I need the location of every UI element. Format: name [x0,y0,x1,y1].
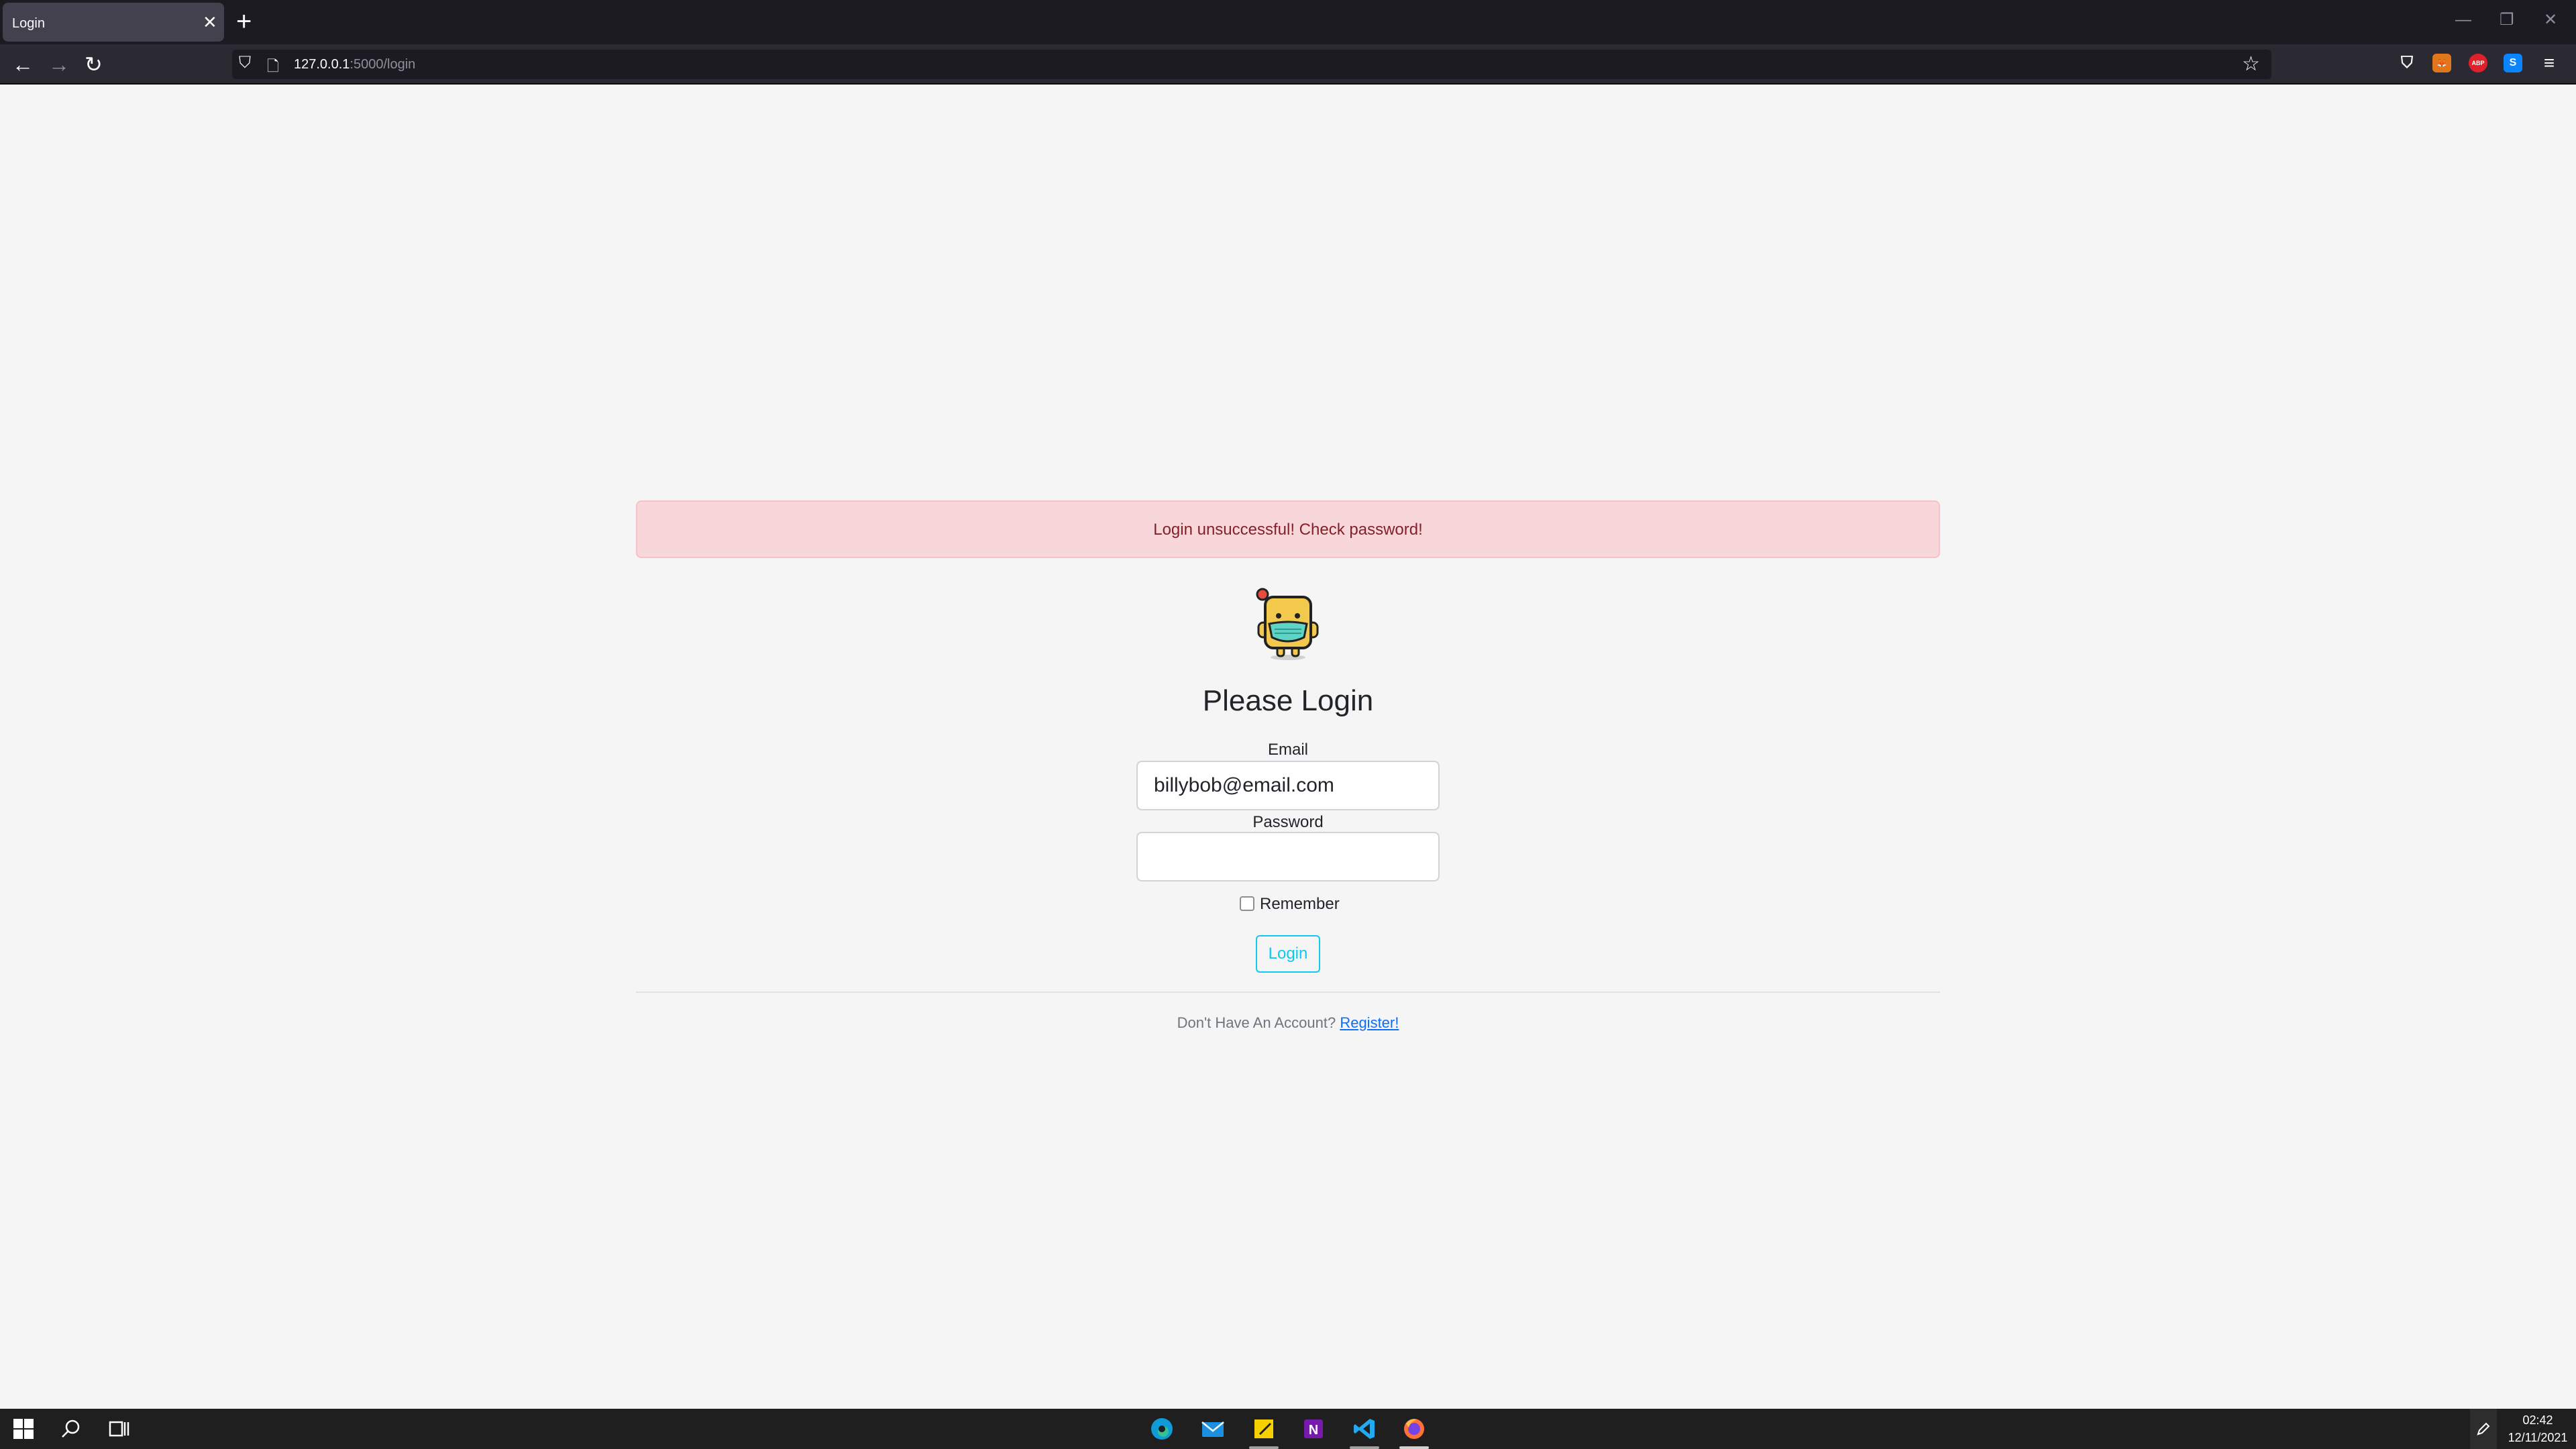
email-label: Email [1267,741,1308,759]
tab-bar: Login ✕ + — ❐ ✕ [0,0,2576,44]
url-host: 127.0.0.1 [294,57,350,72]
clock-time: 02:42 [2522,1413,2553,1427]
password-field[interactable] [1136,832,1440,881]
reload-icon[interactable]: ↻ [85,52,103,76]
url-text: 127.0.0.1:5000/login [294,57,415,72]
system-clock[interactable]: 02:42 12/11/2021 [2502,1411,2573,1446]
close-window-icon[interactable]: ✕ [2544,11,2557,30]
url-path: :5000/login [350,57,416,72]
mail-icon[interactable] [1201,1417,1225,1441]
minimize-icon[interactable]: — [2455,11,2471,30]
taskbar: N 02:42 12/11/2021 [0,1409,2576,1449]
remember-checkbox[interactable] [1240,896,1254,911]
tab-login[interactable]: Login ✕ [3,3,224,42]
page-icon: 🗋 [267,58,279,74]
back-icon[interactable]: ← [12,52,34,76]
remember-label[interactable]: Remember [1260,895,1340,914]
navigation-bar: ← → ↻ ⛉ 🗋 127.0.0.1:5000/login ☆ ⛉ 🦊 ABP… [0,44,2576,85]
email-field[interactable] [1136,761,1440,810]
search-icon[interactable] [59,1417,83,1441]
register-link[interactable]: Register! [1340,1014,1399,1031]
register-prompt: Don't Have An Account? Register! [0,1014,2576,1032]
page-title: Please Login [1202,684,1374,717]
tab-title: Login [12,16,45,31]
url-bar[interactable]: ⛉ 🗋 127.0.0.1:5000/login ☆ [232,50,2271,79]
menu-icon[interactable]: ≡ [2540,54,2559,72]
firefox-icon[interactable] [1402,1417,1426,1441]
alert-message: Login unsuccessful! Check password! [1153,521,1423,539]
edge-icon[interactable] [1150,1417,1174,1441]
forward-icon[interactable]: → [48,52,70,76]
metamask-icon[interactable]: 🦊 [2432,54,2451,72]
sticky-notes-icon[interactable] [1252,1417,1276,1441]
vscode-active-indicator [1350,1446,1379,1449]
task-view-icon[interactable] [107,1417,131,1441]
onenote-icon[interactable]: N [1301,1417,1326,1441]
clock-date: 12/11/2021 [2508,1431,2568,1444]
password-label: Password [1252,813,1324,831]
windows-start-icon[interactable] [12,1417,35,1440]
star-icon[interactable]: ☆ [2242,52,2260,76]
error-alert: Login unsuccessful! Check password! [636,500,1940,558]
adblock-icon[interactable]: ABP [2469,54,2487,72]
s-extension-icon[interactable]: S [2504,54,2522,72]
mascot-logo [1256,588,1319,660]
sticky-notes-active-indicator [1249,1446,1279,1449]
vscode-icon[interactable] [1352,1417,1377,1441]
svg-text:N: N [1309,1423,1318,1438]
pocket-icon[interactable]: ⛉ [2398,54,2416,72]
login-button[interactable]: Login [1256,935,1320,973]
pen-workspace-icon[interactable] [2470,1409,2497,1449]
new-tab-icon[interactable]: + [236,7,252,36]
shield-icon[interactable]: ⛉ [239,54,251,72]
register-prompt-text: Don't Have An Account? [1177,1014,1336,1031]
divider [636,991,1940,993]
tab-close-icon[interactable]: ✕ [203,12,217,32]
firefox-active-indicator [1399,1446,1429,1449]
restore-icon[interactable]: ❐ [2500,11,2514,30]
